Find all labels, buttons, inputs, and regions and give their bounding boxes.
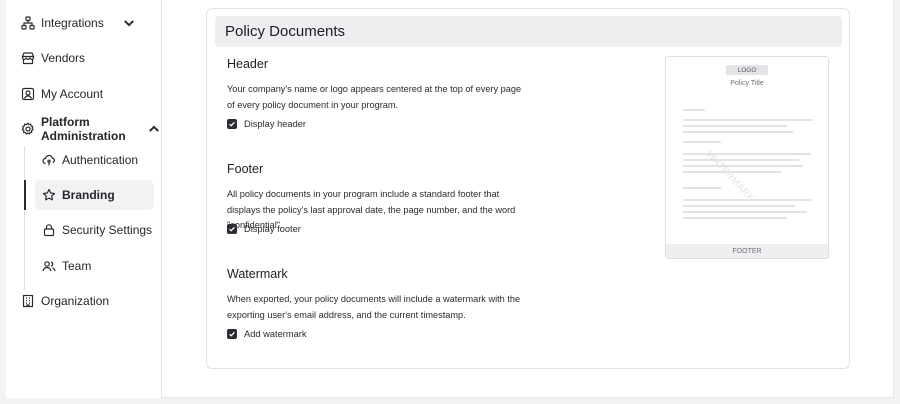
sidebar-item-label: Security Settings bbox=[62, 223, 153, 237]
sidebar-item-label: Vendors bbox=[41, 51, 86, 65]
chevron-up-icon[interactable] bbox=[147, 122, 161, 136]
active-indicator bbox=[24, 180, 26, 210]
sidebar-item-authentication[interactable]: Authentication bbox=[42, 148, 138, 172]
preview-footer: FOOTER bbox=[666, 244, 828, 258]
preview-text-line bbox=[683, 119, 813, 121]
footer-section-title: Footer bbox=[227, 162, 264, 176]
card-title: Policy Documents bbox=[215, 16, 842, 47]
preview-text-line bbox=[683, 211, 807, 213]
sidebar: Integrations Vendors My Account Platform… bbox=[6, 0, 162, 398]
cloud-key-icon bbox=[42, 153, 56, 167]
preview-text-line bbox=[683, 153, 811, 155]
sidebar-item-security-settings[interactable]: Security Settings bbox=[42, 218, 152, 242]
display-footer-checkbox[interactable] bbox=[227, 224, 237, 234]
sidebar-item-label: Platform Administration bbox=[41, 115, 126, 143]
header-section-title: Header bbox=[227, 57, 268, 71]
checkbox-label: Display header bbox=[244, 119, 307, 129]
submenu-divider bbox=[24, 146, 25, 290]
sidebar-item-branding[interactable]: Branding bbox=[42, 183, 115, 207]
star-icon bbox=[42, 188, 56, 202]
checkbox-label: Add watermark bbox=[244, 329, 307, 339]
preview-text-line bbox=[683, 187, 721, 189]
header-section-description: Your company's name or logo appears cent… bbox=[227, 84, 522, 110]
sidebar-item-team[interactable]: Team bbox=[42, 254, 91, 278]
sidebar-item-vendors[interactable]: Vendors bbox=[21, 46, 85, 70]
preview-text-line bbox=[683, 141, 721, 143]
checkbox-label: Display footer bbox=[244, 224, 301, 234]
preview-watermark: WATERMARK bbox=[703, 149, 757, 205]
building-icon bbox=[21, 294, 35, 308]
sidebar-item-platform-administration[interactable]: Platform Administration bbox=[21, 115, 161, 143]
preview-text-line bbox=[683, 205, 795, 207]
watermark-section-description: When exported, your policy documents wil… bbox=[227, 294, 521, 320]
chevron-down-icon[interactable] bbox=[122, 16, 136, 30]
preview-text-line bbox=[683, 109, 705, 111]
preview-logo: LOGO bbox=[726, 65, 768, 75]
watermark-section-title: Watermark bbox=[227, 267, 288, 281]
sidebar-item-label: Branding bbox=[62, 188, 115, 202]
sidebar-item-label: Authentication bbox=[62, 153, 139, 167]
sidebar-item-label: Team bbox=[62, 259, 92, 273]
preview-policy-title: Policy Title bbox=[730, 80, 764, 87]
team-icon bbox=[42, 259, 56, 273]
sidebar-item-integrations[interactable]: Integrations bbox=[21, 11, 136, 35]
lock-icon bbox=[42, 223, 56, 237]
sidebar-item-label: My Account bbox=[41, 87, 104, 101]
display-footer-checkbox-row[interactable]: Display footer bbox=[227, 224, 301, 234]
preview-text-line bbox=[683, 159, 799, 161]
policy-document-preview: LOGO Policy Title WATERMARK FOOTER bbox=[665, 56, 829, 259]
preview-text-line bbox=[683, 131, 793, 133]
display-header-checkbox[interactable] bbox=[227, 119, 237, 129]
preview-text-line bbox=[683, 165, 803, 167]
preview-text-line bbox=[683, 217, 787, 219]
sidebar-item-label: Integrations bbox=[41, 16, 104, 30]
policy-documents-card: Policy Documents Header Your company's n… bbox=[206, 8, 850, 369]
preview-text-line bbox=[683, 125, 787, 127]
gear-icon bbox=[21, 122, 35, 136]
storefront-icon bbox=[21, 51, 35, 65]
account-icon bbox=[21, 87, 35, 101]
display-header-checkbox-row[interactable]: Display header bbox=[227, 119, 306, 129]
add-watermark-checkbox[interactable] bbox=[227, 329, 237, 339]
hierarchy-icon bbox=[21, 16, 35, 30]
add-watermark-checkbox-row[interactable]: Add watermark bbox=[227, 329, 307, 339]
sidebar-item-my-account[interactable]: My Account bbox=[21, 82, 103, 106]
sidebar-item-label: Organization bbox=[41, 294, 110, 308]
sidebar-item-organization[interactable]: Organization bbox=[21, 289, 109, 313]
